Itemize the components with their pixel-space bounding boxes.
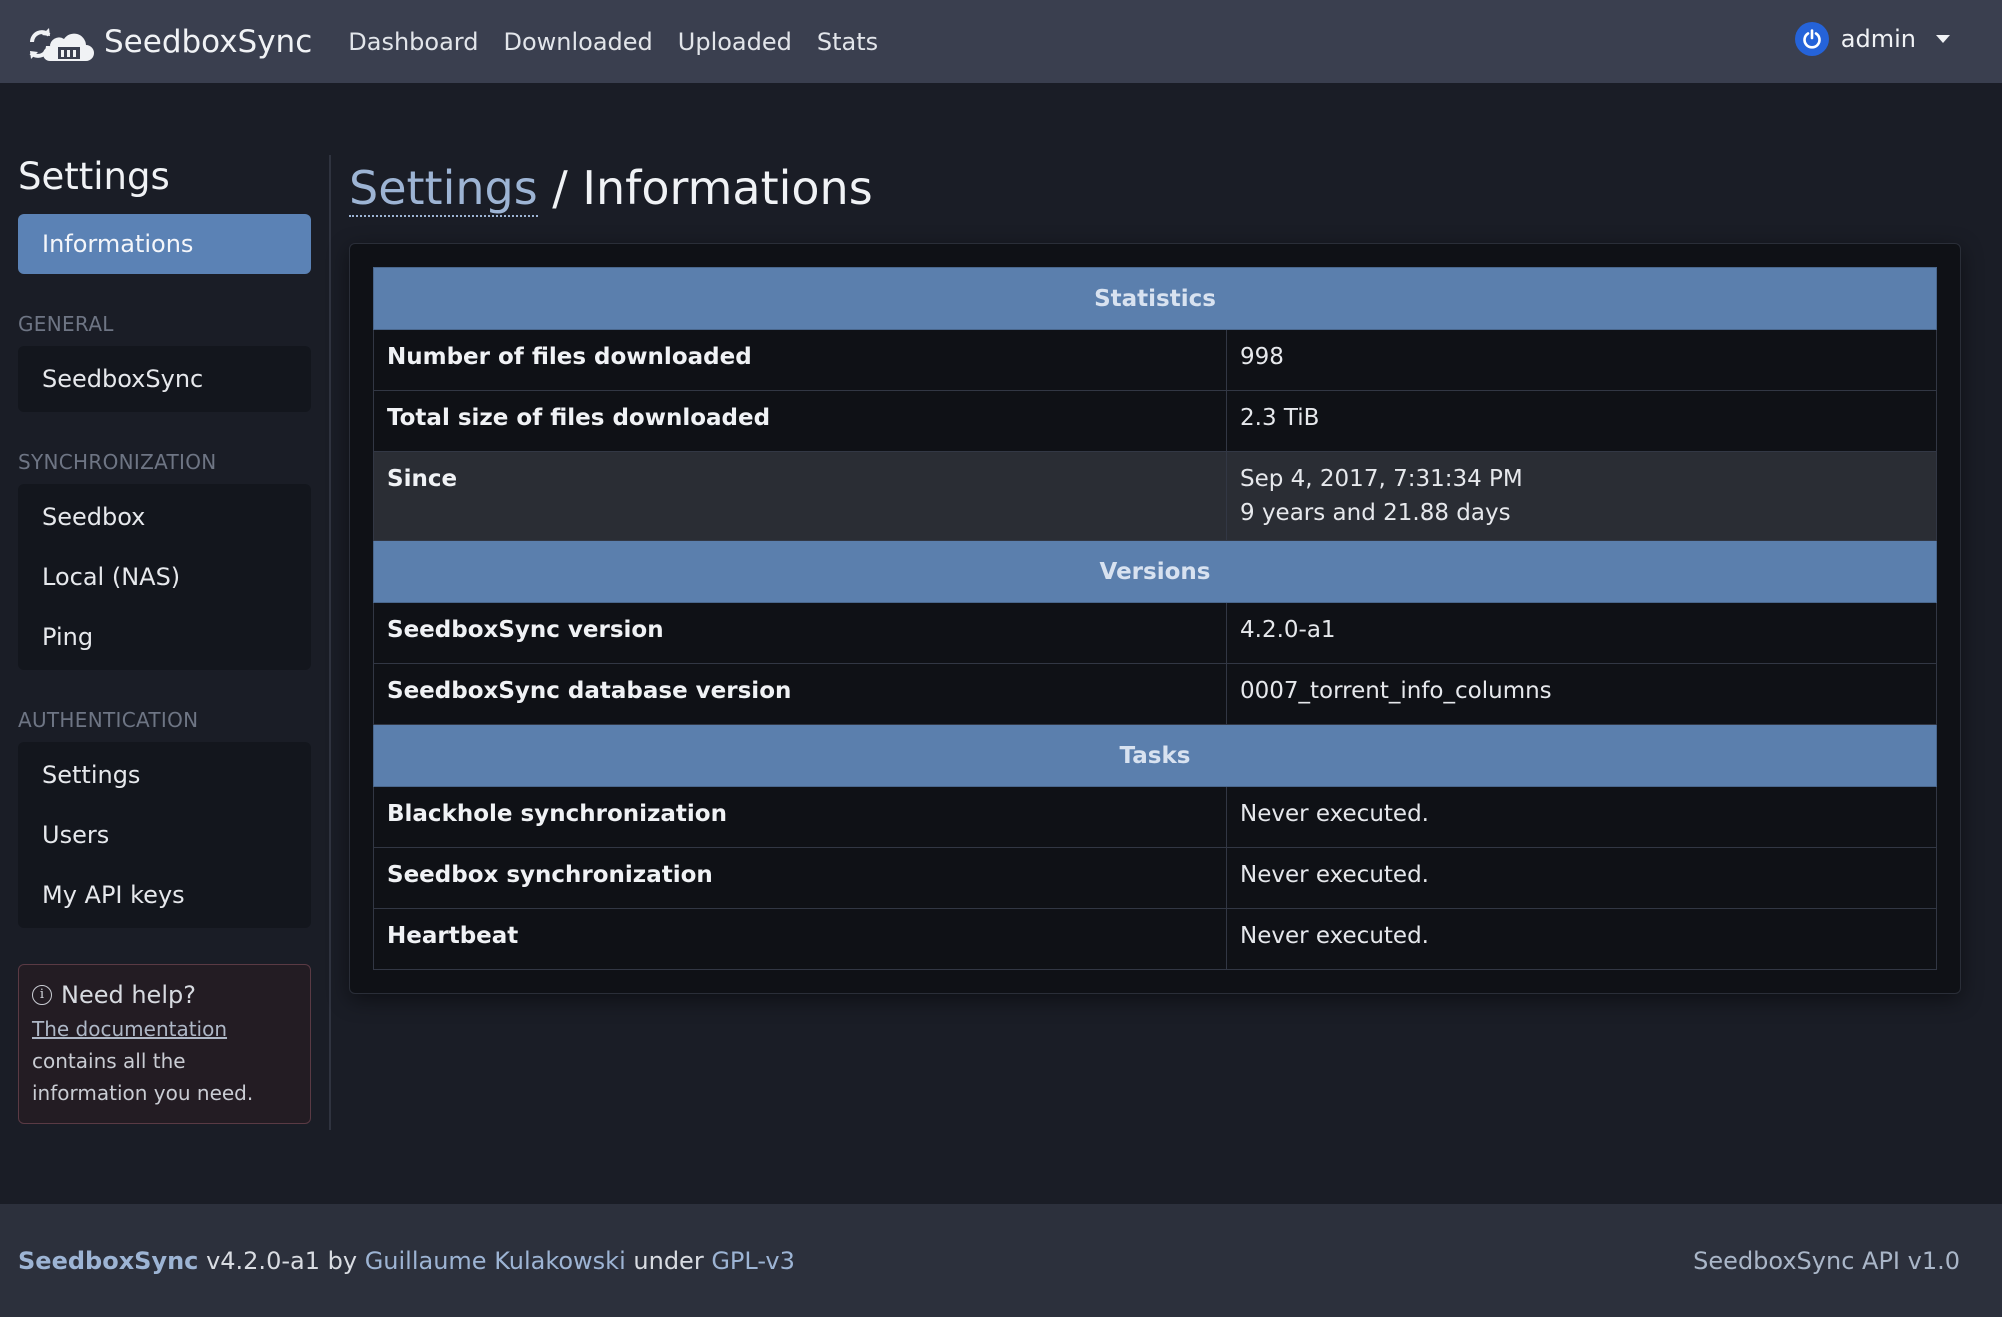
caret-down-icon bbox=[1936, 35, 1950, 43]
user-menu[interactable]: admin bbox=[1794, 22, 1950, 56]
table-row: Since Sep 4, 2017, 7:31:34 PM 9 years an… bbox=[373, 451, 1937, 541]
sidebar-group-synchronization: Seedbox Local (NAS) Ping bbox=[18, 484, 311, 670]
tasks-header-row: Tasks bbox=[373, 724, 1937, 787]
row-value: 2.3 TiB bbox=[1226, 390, 1937, 452]
sidebar-item-seedboxsync[interactable]: SeedboxSync bbox=[18, 349, 311, 409]
nav-links: Dashboard Downloaded Uploaded Stats bbox=[348, 28, 903, 56]
row-label: Seedbox synchronization bbox=[373, 847, 1227, 909]
table-row: Total size of files downloaded 2.3 TiB bbox=[373, 390, 1937, 452]
sidebar-divider bbox=[329, 155, 331, 1130]
breadcrumb-separator: / bbox=[552, 161, 568, 215]
sidebar-section-general: GENERAL bbox=[18, 312, 114, 336]
page-title: Settings / Informations bbox=[349, 161, 1961, 217]
versions-header: Versions bbox=[373, 540, 1937, 603]
sidebar-item-api-keys[interactable]: My API keys bbox=[18, 865, 311, 925]
footer-author-link[interactable]: Guillaume Kulakowski bbox=[365, 1247, 626, 1275]
versions-header-row: Versions bbox=[373, 540, 1937, 603]
row-label: Blackhole synchronization bbox=[373, 786, 1227, 848]
sidebar-item-seedbox[interactable]: Seedbox bbox=[18, 487, 311, 547]
informations-card: Statistics Number of files downloaded 99… bbox=[349, 243, 1961, 994]
brand-name: SeedboxSync bbox=[104, 23, 313, 60]
row-label: Total size of files downloaded bbox=[373, 390, 1227, 452]
cloud-sync-icon bbox=[29, 27, 94, 61]
statistics-header-row: Statistics bbox=[373, 267, 1937, 330]
sidebar-section-authentication: AUTHENTICATION bbox=[18, 708, 199, 732]
help-box: i Need help? The documentation contains … bbox=[18, 964, 311, 1124]
sidebar-item-ping[interactable]: Ping bbox=[18, 607, 311, 667]
brand-link[interactable]: SeedboxSync bbox=[20, 21, 312, 63]
footer: SeedboxSync v4.2.0-a1 by Guillaume Kulak… bbox=[0, 1204, 2002, 1317]
sidebar-group-general: SeedboxSync bbox=[18, 346, 311, 412]
table-row: Seedbox synchronization Never executed. bbox=[373, 847, 1937, 909]
tasks-header: Tasks bbox=[373, 724, 1937, 787]
help-title: i Need help? bbox=[32, 979, 297, 1011]
breadcrumb-current: Informations bbox=[582, 161, 873, 215]
table-row: Blackhole synchronization Never executed… bbox=[373, 786, 1937, 848]
row-label: SeedboxSync database version bbox=[373, 663, 1227, 725]
table-row: Heartbeat Never executed. bbox=[373, 908, 1937, 970]
sidebar-item-auth-settings[interactable]: Settings bbox=[18, 745, 311, 805]
row-value: Sep 4, 2017, 7:31:34 PM 9 years and 21.8… bbox=[1226, 451, 1937, 541]
row-value: 0007_torrent_info_columns bbox=[1226, 663, 1937, 725]
row-label: SeedboxSync version bbox=[373, 602, 1227, 664]
row-value: 4.2.0-a1 bbox=[1226, 602, 1937, 664]
user-name: admin bbox=[1840, 25, 1916, 53]
sidebar-section-synchronization: SYNCHRONIZATION bbox=[18, 450, 217, 474]
statistics-header: Statistics bbox=[373, 267, 1937, 330]
help-text: contains all the information you need. bbox=[32, 1049, 254, 1105]
sidebar-group-authentication: Settings Users My API keys bbox=[18, 742, 311, 928]
footer-brand: SeedboxSync bbox=[18, 1246, 199, 1275]
row-value: Never executed. bbox=[1226, 908, 1937, 970]
nav-link-downloaded[interactable]: Downloaded bbox=[503, 28, 652, 56]
sidebar-title: Settings bbox=[18, 155, 170, 198]
informations-table: Statistics Number of files downloaded 99… bbox=[373, 267, 1937, 970]
sidebar-item-informations[interactable]: Informations bbox=[18, 214, 311, 274]
sidebar-item-local-nas[interactable]: Local (NAS) bbox=[18, 547, 311, 607]
footer-by: by bbox=[327, 1246, 358, 1275]
navbar: SeedboxSync Dashboard Downloaded Uploade… bbox=[0, 0, 2002, 83]
footer-api-version: SeedboxSync API v1.0 bbox=[1693, 1246, 1960, 1275]
info-icon: i bbox=[32, 985, 52, 1005]
since-date: Sep 4, 2017, 7:31:34 PM bbox=[1240, 466, 1523, 492]
since-duration: 9 years and 21.88 days bbox=[1240, 500, 1511, 526]
main-content: Settings / Informations Statistics Numbe… bbox=[349, 155, 1961, 994]
footer-version: v4.2.0-a1 bbox=[206, 1246, 320, 1275]
footer-license-link[interactable]: GPL-v3 bbox=[711, 1247, 795, 1275]
row-value: 998 bbox=[1226, 329, 1937, 391]
documentation-link[interactable]: The documentation bbox=[32, 1017, 227, 1041]
row-label: Since bbox=[373, 451, 1227, 541]
sidebar-item-users[interactable]: Users bbox=[18, 805, 311, 865]
breadcrumb-settings-link[interactable]: Settings bbox=[349, 161, 538, 217]
sidebar: Settings Informations GENERAL SeedboxSyn… bbox=[18, 155, 311, 1124]
nav-link-uploaded[interactable]: Uploaded bbox=[678, 28, 792, 56]
row-label: Heartbeat bbox=[373, 908, 1227, 970]
help-title-text: Need help? bbox=[61, 981, 196, 1009]
nav-link-dashboard[interactable]: Dashboard bbox=[348, 28, 478, 56]
table-row: Number of files downloaded 998 bbox=[373, 329, 1937, 391]
footer-under: under bbox=[633, 1246, 704, 1275]
nav-link-stats[interactable]: Stats bbox=[817, 28, 878, 56]
row-value: Never executed. bbox=[1226, 847, 1937, 909]
table-row: SeedboxSync database version 0007_torren… bbox=[373, 663, 1937, 725]
power-icon bbox=[1794, 22, 1829, 56]
row-label: Number of files downloaded bbox=[373, 329, 1227, 391]
table-row: SeedboxSync version 4.2.0-a1 bbox=[373, 602, 1937, 664]
row-value: Never executed. bbox=[1226, 786, 1937, 848]
